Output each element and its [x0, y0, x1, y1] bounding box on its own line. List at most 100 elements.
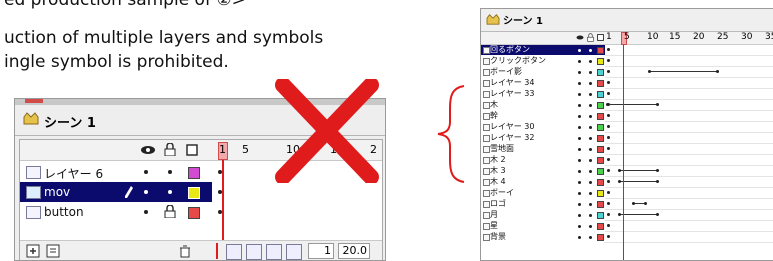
layer-row[interactable]: 回るボタン — [481, 45, 605, 55]
frame-row[interactable] — [605, 155, 773, 166]
visibility-dot[interactable] — [578, 93, 581, 96]
keyframe[interactable] — [218, 190, 222, 194]
keyframe[interactable] — [656, 103, 659, 106]
frame-row[interactable] — [605, 45, 773, 56]
frame-row[interactable] — [605, 56, 773, 67]
frame-row[interactable] — [605, 122, 773, 133]
lock-dot[interactable] — [589, 126, 592, 129]
keyframe[interactable] — [607, 169, 610, 172]
layer-name[interactable]: 木 — [490, 100, 498, 110]
layer-row[interactable]: 幹 — [481, 111, 605, 121]
frame-row[interactable] — [605, 111, 773, 122]
visibility-dot[interactable] — [578, 82, 581, 85]
layer-name[interactable]: 月 — [490, 210, 498, 220]
layer-color-swatch[interactable] — [597, 157, 604, 164]
layer-color-swatch[interactable] — [597, 223, 604, 230]
frame-row[interactable] — [605, 221, 773, 232]
visibility-dot[interactable] — [144, 190, 148, 194]
keyframe[interactable] — [218, 210, 222, 214]
layer-name[interactable]: 回るボタン — [490, 45, 530, 55]
visibility-dot[interactable] — [578, 159, 581, 162]
layer-name[interactable]: button — [44, 205, 84, 219]
lock-dot[interactable] — [589, 71, 592, 74]
layer-row[interactable]: クリックボタン — [481, 56, 605, 66]
layer-name[interactable]: ボーイ — [490, 188, 514, 198]
scene-label[interactable]: シーン 1 — [44, 112, 96, 131]
layer-row[interactable]: 星 — [481, 221, 605, 231]
layer-color-swatch[interactable] — [597, 80, 604, 87]
keyframe[interactable] — [607, 125, 610, 128]
layer-name[interactable]: 木 2 — [490, 155, 506, 165]
layer-name[interactable]: 雪地面 — [490, 144, 514, 154]
lock-dot[interactable] — [589, 159, 592, 162]
keyframe[interactable] — [607, 213, 610, 216]
visibility-dot[interactable] — [578, 192, 581, 195]
layer-name[interactable]: mov — [44, 185, 70, 199]
keyframe[interactable] — [656, 169, 659, 172]
layer-color-swatch[interactable] — [597, 91, 604, 98]
lock-dot[interactable] — [589, 148, 592, 151]
keyframe[interactable] — [607, 136, 610, 139]
visibility-dot[interactable] — [578, 203, 581, 206]
lock-dot[interactable] — [589, 225, 592, 228]
keyframe[interactable] — [607, 224, 610, 227]
keyframe[interactable] — [656, 213, 659, 216]
lock-dot[interactable] — [589, 137, 592, 140]
layer-color-swatch[interactable] — [597, 146, 604, 153]
onion-outline-button[interactable] — [266, 244, 282, 260]
layer-name[interactable]: レイヤー 6 — [44, 165, 103, 182]
keyframe[interactable] — [606, 103, 609, 106]
frame-row[interactable] — [605, 89, 773, 100]
keyframe[interactable] — [607, 48, 610, 51]
lock-dot[interactable] — [589, 104, 592, 107]
layer-row[interactable]: 背景 — [481, 232, 605, 242]
add-folder-icon[interactable] — [46, 244, 60, 258]
layer-row[interactable]: ロゴ — [481, 199, 605, 209]
layer-row[interactable]: 木 3 — [481, 166, 605, 176]
layer-row[interactable]: レイヤー 34 — [481, 78, 605, 88]
layer-name[interactable]: ボーイ影 — [490, 67, 522, 77]
center-frame-button[interactable] — [226, 244, 242, 260]
keyframe[interactable] — [607, 70, 610, 73]
layer-color-swatch[interactable] — [597, 47, 604, 54]
keyframe[interactable] — [607, 235, 610, 238]
keyframe[interactable] — [644, 202, 647, 205]
layer-row-selected[interactable]: mov — [20, 182, 212, 202]
layer-color-swatch[interactable] — [597, 124, 604, 131]
layer-row[interactable]: ボーイ影 — [481, 67, 605, 77]
lock-dot[interactable] — [589, 181, 592, 184]
lock-dot[interactable] — [589, 214, 592, 217]
frame-row[interactable] — [605, 232, 773, 243]
keyframe[interactable] — [607, 180, 610, 183]
layer-name[interactable]: クリックボタン — [490, 56, 546, 66]
layer-color-swatch[interactable] — [597, 168, 604, 175]
frame-row[interactable] — [605, 188, 773, 199]
layer-color-swatch[interactable] — [597, 135, 604, 142]
frame-rate-field[interactable]: 20.0 — [338, 243, 370, 259]
keyframe[interactable] — [607, 147, 610, 150]
edit-multiple-button[interactable] — [286, 244, 302, 260]
frame-row[interactable] — [605, 166, 773, 177]
keyframe[interactable] — [618, 180, 621, 183]
lock-dot[interactable] — [589, 82, 592, 85]
visibility-dot[interactable] — [578, 236, 581, 239]
keyframe[interactable] — [618, 213, 621, 216]
onion-skin-button[interactable] — [246, 244, 262, 260]
layer-color-swatch[interactable] — [188, 187, 200, 199]
visibility-dot[interactable] — [578, 170, 581, 173]
keyframe[interactable] — [656, 180, 659, 183]
visibility-dot[interactable] — [578, 71, 581, 74]
layer-row[interactable]: 木 4 — [481, 177, 605, 187]
lock-dot[interactable] — [589, 115, 592, 118]
visibility-dot[interactable] — [578, 214, 581, 217]
visibility-dot[interactable] — [578, 104, 581, 107]
layer-row[interactable]: レイヤー 33 — [481, 89, 605, 99]
frame-row[interactable] — [605, 144, 773, 155]
visibility-dot[interactable] — [578, 60, 581, 63]
visibility-dot[interactable] — [578, 225, 581, 228]
layer-row[interactable]: 雪地面 — [481, 144, 605, 154]
keyframe[interactable] — [716, 70, 719, 73]
layer-row[interactable]: ボーイ — [481, 188, 605, 198]
visibility-dot[interactable] — [578, 148, 581, 151]
layer-name[interactable]: レイヤー 33 — [490, 89, 534, 99]
